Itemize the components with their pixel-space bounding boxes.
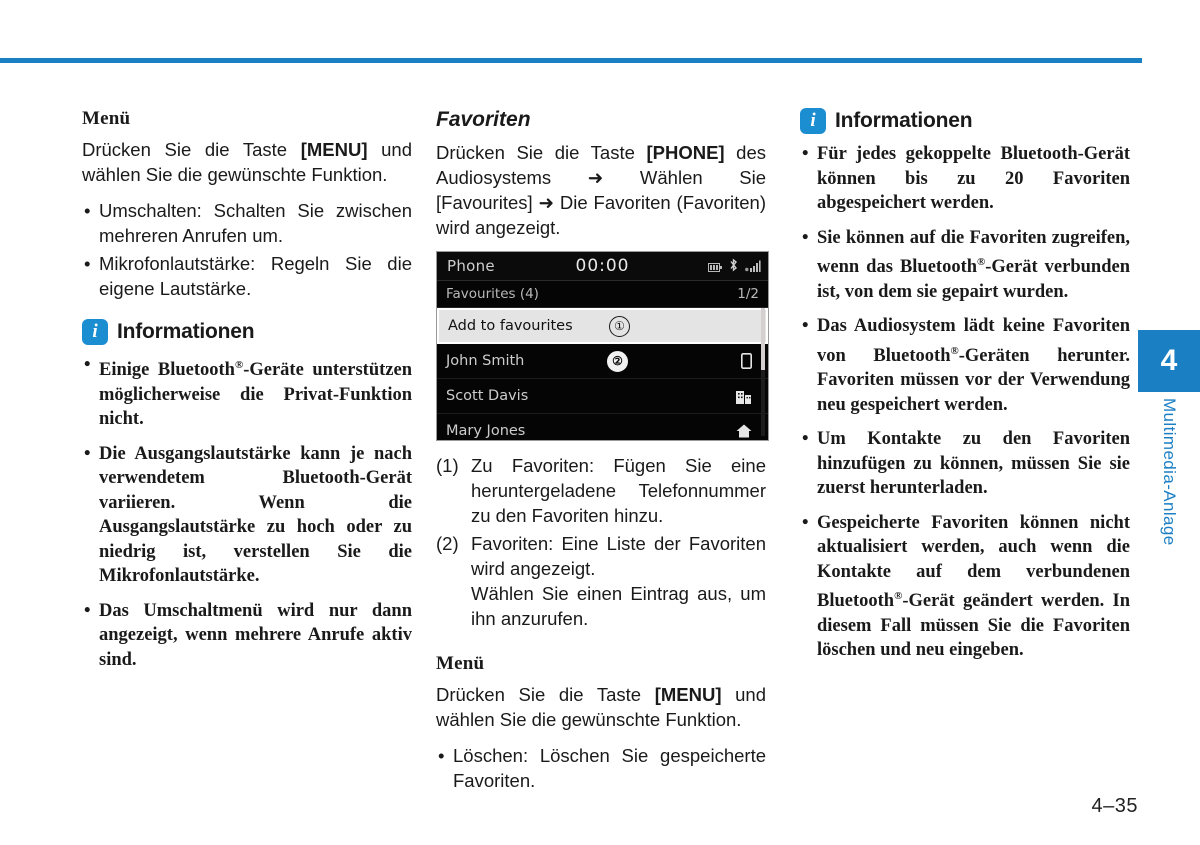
list-item: (2) Favoriten: Eine Liste der Favoriten w… (436, 531, 766, 631)
info-title-left: Informationen (117, 320, 255, 343)
device-list-title: Favourites (4) (446, 286, 539, 302)
chapter-label: Multimedia-Anlage (1138, 398, 1200, 628)
list-item: Um Kontakte zu den Favoriten hinzufügen … (800, 427, 1130, 501)
device-row-john-smith[interactable]: John Smith ② (437, 344, 768, 379)
list-item: Das Umschaltmenü wird nur dann angezeigt… (82, 599, 412, 673)
menu-bullets-left: Umschalten: Schalten Sie zwischen mehrer… (82, 198, 412, 301)
info-icon: i (82, 319, 108, 345)
arrow-icon: ➜ (538, 192, 555, 213)
chapter-number: 4 (1160, 344, 1178, 377)
home-icon (736, 424, 752, 438)
info-icon: i (800, 108, 826, 134)
info-text: Um Kontakte zu den Favoriten hinzufügen … (817, 429, 1130, 499)
info-text: Die Ausgangslautstärke kann je nach verw… (99, 443, 412, 587)
device-row-mary-jones[interactable]: Mary Jones (437, 414, 768, 440)
favorites-intro: Drücken Sie die Taste [PHONE] des Audios… (436, 140, 766, 240)
menu-intro-middle-a: Drücken Sie die Taste (436, 684, 655, 705)
info-header-left: i Informationen (82, 319, 412, 345)
chapter-label-text: Multimedia-Anlage (1160, 398, 1179, 546)
menu-key-middle: [MENU] (654, 684, 722, 705)
list-item: Sie können auf die Favoriten zugreifen, … (800, 226, 1130, 305)
info-text: Für jedes gekoppelte Bluetooth-Gerät kön… (817, 144, 1130, 213)
list-item: Umschalten: Schalten Sie zwischen mehrer… (82, 198, 412, 248)
registered-mark: ® (234, 359, 244, 371)
signal-icon (745, 257, 761, 276)
device-screenshot: Phone 00:00 Favourites (4) 1/2 Add to fa… (436, 251, 769, 441)
list-item: Einige Bluetooth®-Geräte unterstützen mö… (82, 353, 412, 432)
callout-text: Favoriten: Eine Liste der Favoriten wird… (471, 533, 766, 579)
row-label: Scott Davis (446, 388, 529, 404)
callout-marker-1: ① (609, 315, 630, 337)
arrow-icon: ➜ (587, 167, 604, 188)
row-label: Mary Jones (446, 423, 526, 439)
device-row-add-to-favourites[interactable]: Add to favourites ① (437, 308, 768, 344)
list-item: Löschen: Löschen Sie gespeicherte Favori… (436, 743, 766, 793)
manual-page: Menü Drücken Sie die Taste [MENU] und wä… (0, 0, 1200, 845)
device-row-scott-davis[interactable]: Scott Davis (437, 379, 768, 414)
device-status-bar: Phone 00:00 (437, 252, 768, 281)
menu-intro-left-a: Drücken Sie die Taste (82, 139, 301, 160)
column-right: i Informationen Für jedes gekoppelte Blu… (800, 108, 1130, 663)
callout-number: (1) (436, 455, 459, 476)
battery-icon (708, 257, 722, 276)
registered-mark: ® (950, 344, 959, 357)
list-item: Das Audiosystem lädt keine Favoriten von… (800, 314, 1130, 417)
menu-intro-left: Drücken Sie die Taste [MENU] und wählen … (82, 137, 412, 187)
list-item: Die Ausgangslautstärke kann je nach verw… (82, 442, 412, 589)
row-label: Add to favourites (448, 318, 573, 334)
menu-heading-left: Menü (82, 108, 131, 129)
callout-marker-2: ② (607, 350, 628, 372)
callout-number: (2) (436, 533, 459, 554)
chapter-number-tab: 4 (1138, 330, 1200, 392)
page-number: 4–35 (1091, 795, 1138, 817)
info-bullets-right: Für jedes gekoppelte Bluetooth-Gerät kön… (800, 142, 1130, 663)
device-page-indicator: 1/2 (737, 286, 759, 302)
column-left: Menü Drücken Sie die Taste [MENU] und wä… (82, 108, 412, 672)
menu-heading-middle: Menü (436, 653, 485, 674)
list-item: (1) Zu Favoriten: Fügen Sie eine herunter… (436, 453, 766, 528)
device-scrollbar[interactable] (761, 308, 765, 436)
device-list-header: Favourites (4) 1/2 (437, 281, 768, 308)
callout-explanations: (1) Zu Favoriten: Fügen Sie eine herunter… (436, 453, 766, 631)
device-clock: 00:00 (575, 256, 630, 276)
header-rule (0, 58, 1142, 63)
device-favourites-list: Add to favourites ① John Smith ② Scott D… (437, 308, 768, 440)
menu-key-left: [MENU] (300, 139, 368, 160)
list-item: Gespeicherte Favoriten können nicht aktu… (800, 511, 1130, 663)
bluetooth-icon (728, 257, 739, 276)
device-screen-title: Phone (447, 257, 495, 275)
column-middle: Favoriten Drücken Sie die Taste [PHONE] … (436, 108, 769, 803)
menu-bullets-middle: Löschen: Löschen Sie gespeicherte Favori… (436, 743, 766, 793)
info-bullets-left: Einige Bluetooth®-Geräte unterstützen mö… (82, 353, 412, 672)
callout-text: Zu Favoriten: Fügen Sie eine heruntergel… (471, 455, 766, 526)
callout-subtext: Wählen Sie einen Eintrag aus, um ihn anz… (471, 583, 766, 629)
info-title-right: Informationen (835, 109, 973, 132)
device-status-icons (708, 257, 761, 276)
info-text: Das Umschaltmenü wird nur dann angezeigt… (99, 600, 412, 670)
office-building-icon (736, 389, 752, 404)
phone-key: [PHONE] (646, 142, 725, 163)
mobile-phone-icon (741, 353, 752, 369)
menu-intro-middle: Drücken Sie die Taste [MENU] und wählen … (436, 682, 766, 732)
device-scrollbar-thumb[interactable] (761, 308, 765, 370)
row-label: John Smith (446, 353, 525, 369)
favorites-intro-a: Drücken Sie die Taste (436, 142, 647, 163)
list-item: Für jedes gekoppelte Bluetooth-Gerät kön… (800, 142, 1130, 216)
info-header-right: i Informationen (800, 108, 1130, 134)
list-item: Mikrofonlautstärke: Regeln Sie die eigen… (82, 251, 412, 301)
favorites-heading: Favoriten (436, 108, 531, 131)
info-text: Einige Bluetooth (99, 360, 235, 381)
